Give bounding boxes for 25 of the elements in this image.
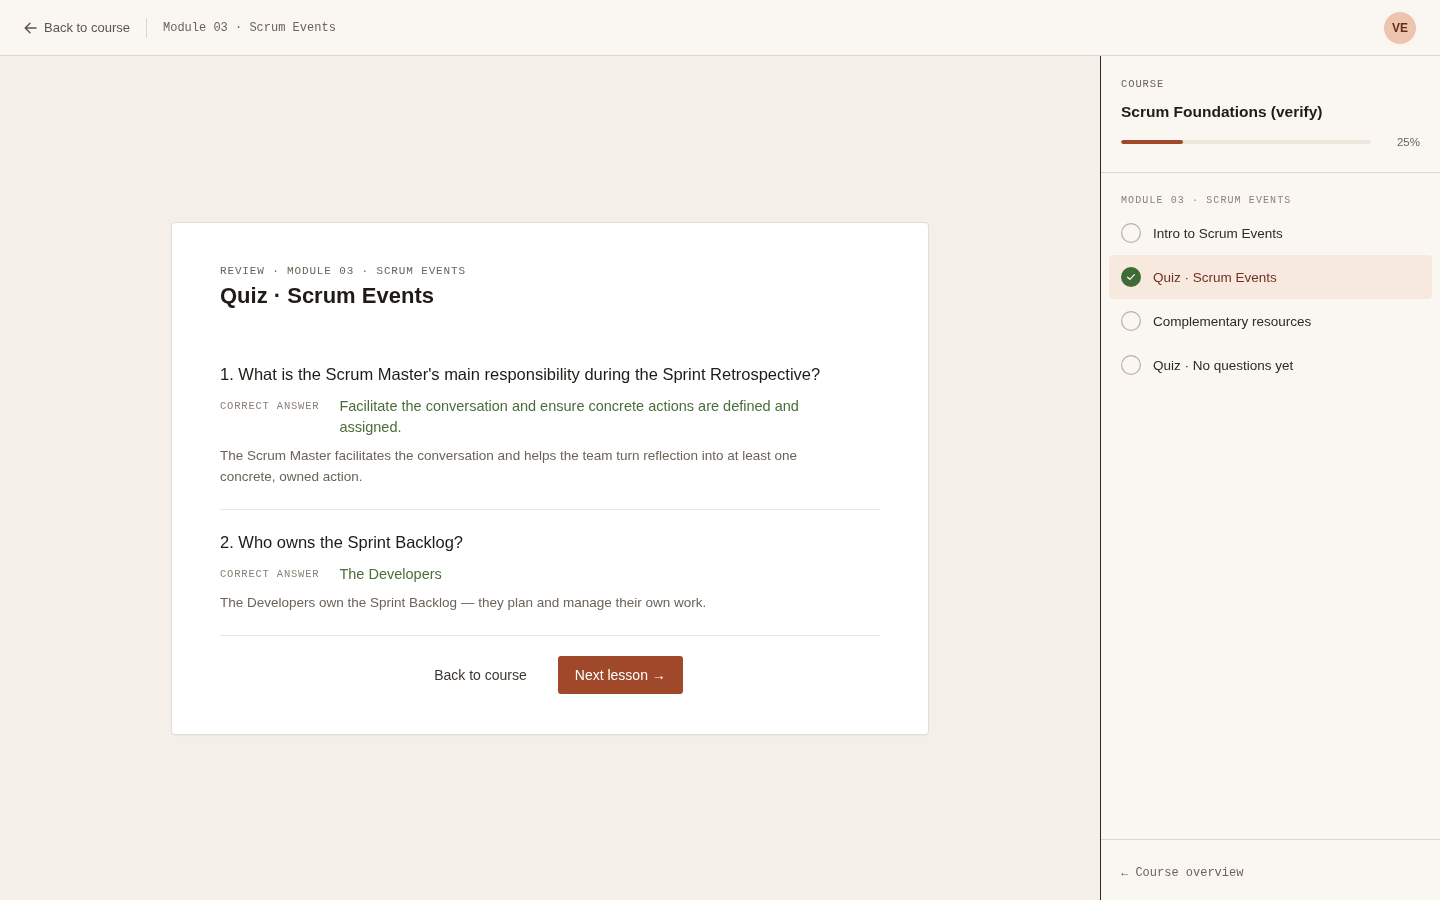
lesson-item[interactable]: Complementary resources — [1109, 299, 1432, 343]
lesson-item[interactable]: Quiz · No questions yet — [1109, 343, 1432, 387]
back-link[interactable]: Back to course — [24, 20, 130, 35]
course-title: Scrum Foundations (verify) — [1121, 102, 1324, 122]
next-button[interactable]: Next lesson → — [557, 655, 683, 694]
question-text: 2. Who owns the Sprint Backlog? — [220, 531, 465, 553]
eyebrow: REVIEW · MODULE 03 · SCRUM EVENTS — [220, 263, 467, 278]
explanation-text: The Scrum Master facilitates the conversation and helps the team turn reflection into at least one concrete, owned action. — [220, 446, 799, 486]
arrow-left-icon — [24, 21, 37, 34]
explanation-text: The Developers own the Sprint Backlog — they plan and manage their own work. — [220, 593, 708, 612]
answer-label: CORRECT ANSWER — [220, 398, 320, 414]
section-label: COURSE — [1121, 78, 1166, 90]
question-text: 1. What is the Scrum Master's main responsibility during the Sprint Retrospective? — [220, 363, 822, 385]
lesson-item[interactable]: Quiz · Scrum Events — [1109, 255, 1432, 299]
back-button[interactable]: Back to course — [417, 655, 544, 694]
progress-percent: 25% — [1396, 136, 1420, 148]
avatar[interactable]: VE — [1384, 11, 1416, 44]
breadcrumb: Module 03 · Scrum Events — [163, 20, 336, 35]
module-label: MODULE 03 · SCRUM EVENTS — [1120, 195, 1293, 207]
quiz-title: Quiz · Scrum Events — [220, 281, 435, 310]
correct-answer: Facilitate the conversation and ensure concrete actions are defined and assigned. — [339, 396, 800, 437]
answer-label: CORRECT ANSWER — [220, 566, 320, 582]
lesson-item[interactable]: Intro to Scrum Events — [1109, 211, 1432, 255]
correct-answer: The Developers — [339, 564, 443, 584]
course-overview-link[interactable]: ← Course overview — [1121, 866, 1244, 880]
